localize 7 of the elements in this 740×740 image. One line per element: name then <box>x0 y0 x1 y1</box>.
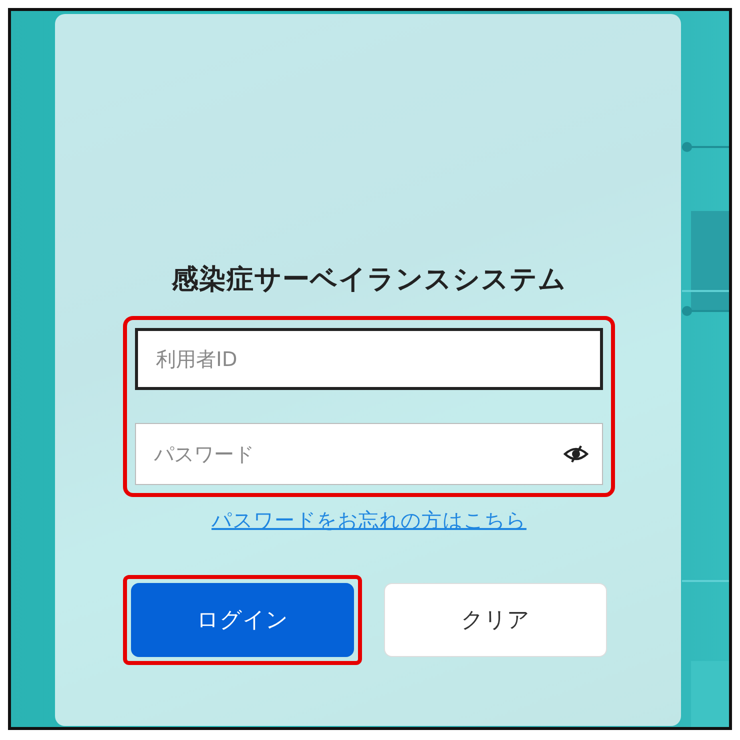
app-title: 感染症サーベイランスシステム <box>170 264 568 296</box>
login-button[interactable]: ログイン <box>131 583 354 658</box>
password-field[interactable]: パスワード <box>135 423 603 486</box>
clear-button[interactable]: クリア <box>384 583 607 658</box>
hide-password-icon[interactable] <box>563 444 589 464</box>
user-id-field[interactable]: 利用者ID <box>135 328 603 390</box>
forgot-password-link[interactable]: パスワードをお忘れの方はこちら <box>212 508 526 532</box>
